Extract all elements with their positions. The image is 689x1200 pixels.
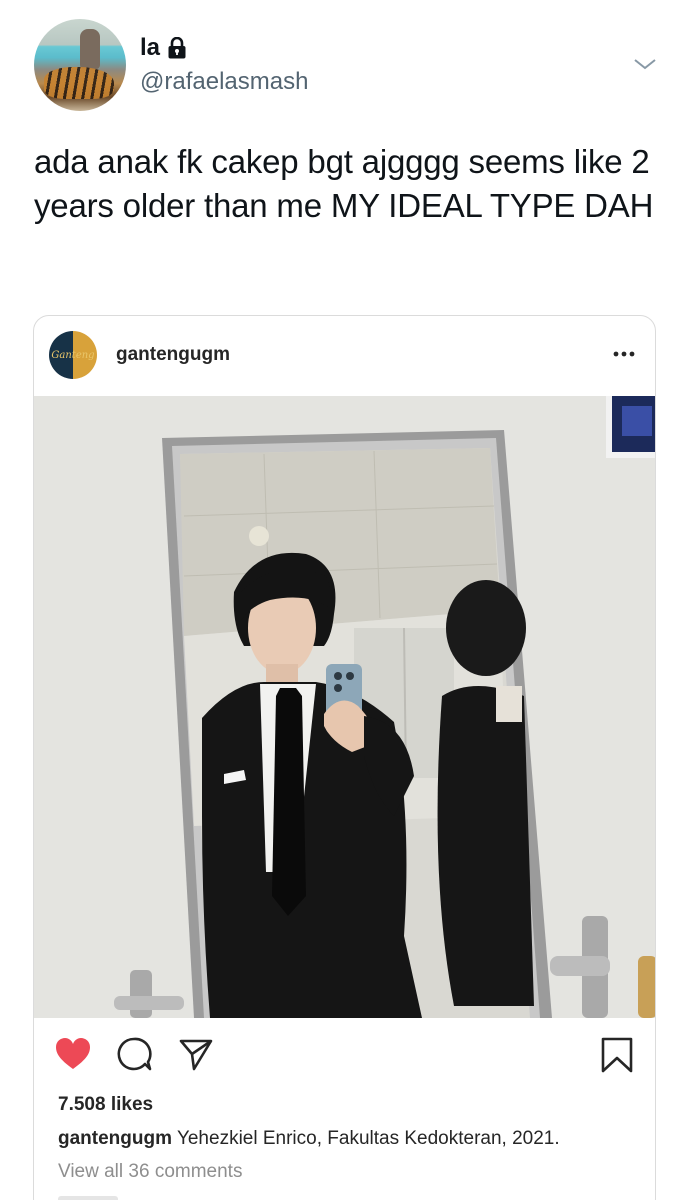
chevron-down-icon[interactable]: [632, 54, 658, 74]
instagram-username[interactable]: gantengugm: [116, 344, 230, 366]
more-dots-icon[interactable]: [611, 344, 637, 364]
likes-count[interactable]: 7.508 likes: [58, 1094, 153, 1116]
avatar-person-figure: [80, 29, 100, 69]
instagram-embed-card[interactable]: Ganteng gantengugm 7.508 likes gantengug…: [33, 315, 656, 1200]
heart-filled-icon[interactable]: [54, 1036, 92, 1072]
caption-text: Yehezkiel Enrico, Fakultas Kedokteran, 2…: [176, 1128, 560, 1149]
user-handle[interactable]: @rafaelasmash: [140, 68, 308, 96]
tweet-text: ada anak fk cakep bgt ajgggg seems like …: [34, 143, 654, 224]
instagram-post-photo[interactable]: [34, 396, 655, 1018]
instagram-avatar-text: Ganteng: [51, 349, 95, 361]
bookmark-icon[interactable]: [600, 1036, 634, 1074]
caption-username[interactable]: gantengugm: [58, 1128, 172, 1149]
lock-icon: [168, 37, 186, 59]
mirror-selfie-photo: [34, 396, 655, 1018]
share-icon[interactable]: [178, 1036, 214, 1072]
comment-icon[interactable]: [116, 1036, 152, 1072]
instagram-post-header: Ganteng gantengugm: [34, 316, 655, 396]
view-all-comments-link[interactable]: View all 36 comments: [58, 1161, 242, 1183]
user-avatar[interactable]: [34, 19, 126, 111]
post-caption: gantengugm Yehezkiel Enrico, Fakultas Ke…: [58, 1128, 648, 1150]
instagram-avatar[interactable]: Ganteng: [49, 331, 97, 379]
display-name-row[interactable]: la: [140, 34, 186, 62]
truncated-timestamp: [58, 1196, 118, 1200]
tweet-header: la @rafaelasmash: [0, 0, 689, 120]
avatar-tiger-figure: [44, 67, 114, 99]
instagram-actions-bar: [34, 1018, 655, 1088]
display-name[interactable]: la: [140, 34, 160, 62]
